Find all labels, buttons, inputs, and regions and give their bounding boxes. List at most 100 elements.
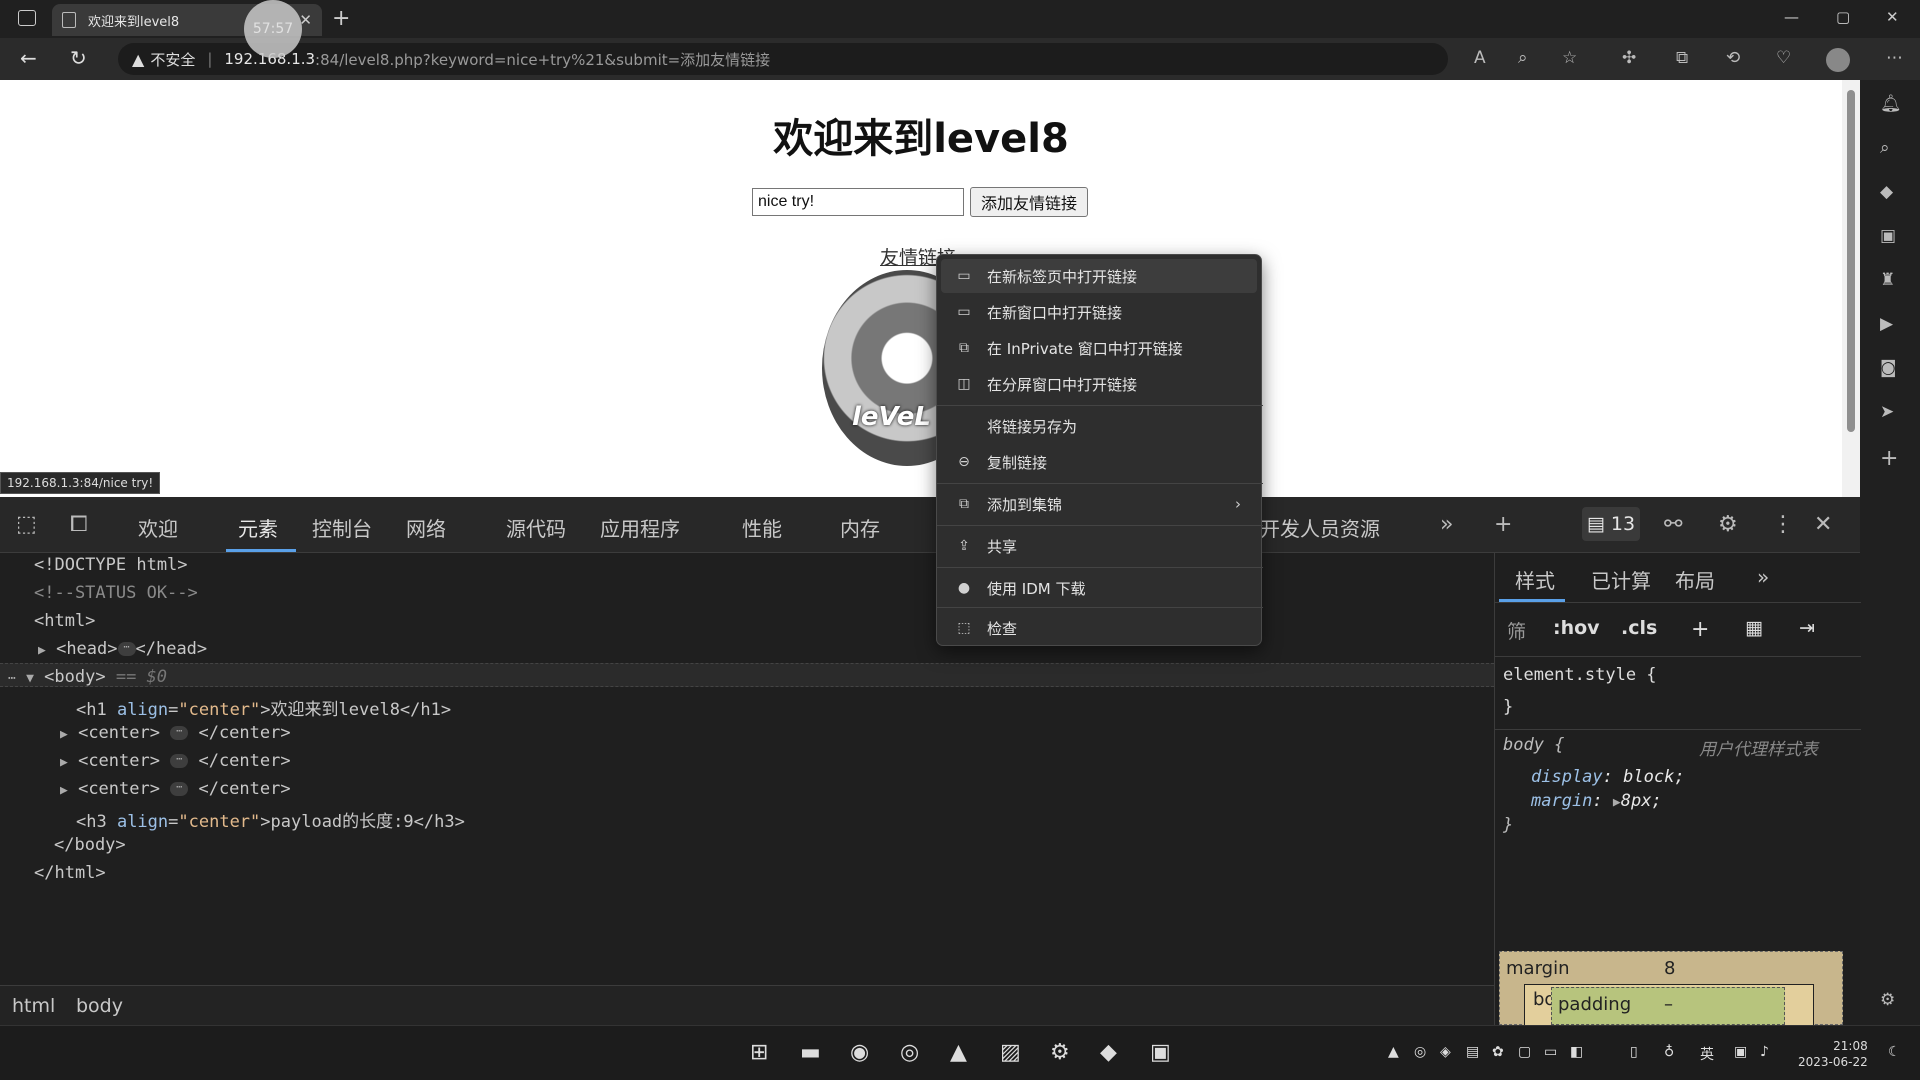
tab-styles[interactable]: 样式 (1515, 565, 1555, 594)
read-aloud-icon[interactable]: A (1474, 48, 1486, 68)
tab-welcome[interactable]: 欢迎 (138, 513, 178, 542)
collapse-icon[interactable]: ▼ (26, 671, 34, 686)
menu-copy-link[interactable]: ⊖ 复制链接 (941, 445, 1257, 479)
dom-line[interactable]: <!DOCTYPE html> (34, 555, 188, 579)
address-bar[interactable]: ▲ 不安全 | 192.168.1.3 :84/level8.php?keywo… (118, 43, 1448, 75)
tray-app-icon[interactable]: ▢ (1518, 1044, 1531, 1060)
connect-icon[interactable]: ⚯ (1664, 512, 1682, 537)
cls-toggle[interactable]: .cls (1621, 617, 1657, 639)
issues-badge[interactable]: ▤ 13 (1582, 507, 1640, 541)
dom-line[interactable]: <html> (34, 611, 95, 635)
collections-icon[interactable]: ⧉ (1676, 48, 1688, 68)
filter-label[interactable]: 筛 (1507, 617, 1526, 644)
extensions-icon[interactable]: ✣ (1622, 48, 1636, 68)
element-style-rule[interactable]: element.style { (1503, 665, 1657, 685)
tab-computed[interactable]: 已计算 (1591, 565, 1651, 594)
expand-icon[interactable]: ▶ (60, 783, 68, 798)
expand-icon[interactable]: ▶ (60, 755, 68, 770)
volume-icon[interactable]: ♪ (1760, 1044, 1769, 1060)
devtools-close-icon[interactable]: ✕ (1814, 512, 1832, 537)
close-window-icon[interactable]: ✕ (1886, 8, 1899, 26)
ime-indicator[interactable]: 英 (1700, 1044, 1714, 1064)
add-tab-icon[interactable]: + (1494, 512, 1512, 537)
clock[interactable]: 21:08 2023-06-22 (1798, 1038, 1868, 1070)
refresh-icon[interactable]: ↻ (70, 46, 87, 70)
scrollbar-thumb[interactable] (1847, 90, 1855, 432)
breadcrumb-body[interactable]: body (76, 995, 123, 1017)
keyword-input[interactable] (752, 188, 964, 216)
settings-icon[interactable]: ⚙ (1880, 990, 1895, 1010)
menu-open-in-new-window[interactable]: ▭ 在新窗口中打开链接 (941, 295, 1257, 329)
menu-idm-download[interactable]: ● 使用 IDM 下载 (941, 571, 1257, 605)
history-icon[interactable]: ⟲ (1726, 48, 1740, 68)
network-icon[interactable]: ▣ (1734, 1044, 1747, 1060)
tab-memory[interactable]: 内存 (840, 513, 880, 542)
play-icon[interactable]: ▶ (1880, 314, 1893, 334)
dom-line[interactable]: ▶ <center> ⋯ </center> (60, 779, 291, 803)
app-icon[interactable]: ▲ (950, 1040, 967, 1065)
dom-line[interactable]: <h1 align="center">欢迎来到level8</h1> (76, 695, 451, 720)
margin-declaration[interactable]: margin: ▶8px; (1531, 791, 1662, 811)
expand-icon[interactable]: ▶ (60, 727, 68, 742)
tab-elements[interactable]: 元素 (238, 513, 278, 542)
ellipsis-icon[interactable]: ⋯ (117, 642, 136, 656)
expand-icon[interactable]: ▶ (38, 643, 46, 658)
page-scrollbar[interactable] (1842, 80, 1860, 497)
box-margin-value[interactable]: 8 (1664, 958, 1675, 979)
add-friend-link-button[interactable]: 添加友情链接 (970, 187, 1088, 217)
menu-add-to-collections[interactable]: ⧉ 添加到集锦 › (941, 487, 1257, 521)
search-icon[interactable]: ⌕ (1880, 138, 1890, 158)
menu-open-inprivate[interactable]: ⧉ 在 InPrivate 窗口中打开链接 (941, 331, 1257, 365)
back-icon[interactable]: ← (20, 46, 37, 70)
dom-line[interactable]: ▶ <head> ⋯ </head> (38, 639, 207, 663)
dom-line[interactable]: </html> (34, 863, 106, 887)
devtools-settings-icon[interactable]: ⚙ (1718, 512, 1738, 537)
tab-application[interactable]: 应用程序 (600, 513, 680, 542)
tab-performance[interactable]: 性能 (742, 513, 782, 542)
breadcrumb-html[interactable]: html (12, 995, 55, 1017)
outlook-icon[interactable]: ◙ (1880, 358, 1897, 378)
tray-app-icon[interactable]: ◎ (1414, 1044, 1426, 1060)
sidebar-toggle-icon[interactable] (18, 10, 36, 26)
dom-line[interactable]: <h3 align="center">payload的长度:9</h3> (76, 807, 465, 832)
more-panes-icon[interactable]: » (1757, 565, 1769, 589)
chrome-icon[interactable]: ◎ (900, 1040, 919, 1065)
dom-line[interactable]: ▶ <center> ⋯ </center> (60, 723, 291, 747)
microphone-icon[interactable]: ♁ (1664, 1044, 1674, 1060)
more-menu-icon[interactable]: ⋯ (1886, 48, 1903, 68)
zoom-icon[interactable]: ⌕ (1518, 48, 1528, 68)
bell-icon[interactable]: 🔔︎ (1880, 94, 1902, 114)
minimize-icon[interactable]: — (1784, 8, 1799, 26)
tray-app-icon[interactable]: ◧ (1570, 1044, 1583, 1060)
tab-console[interactable]: 控制台 (312, 513, 372, 542)
ellipsis-icon[interactable]: ⋯ (170, 754, 189, 768)
steam-icon[interactable]: ⚙ (1050, 1040, 1070, 1065)
device-toolbar-icon[interactable]: ⧠ (70, 512, 88, 537)
row-options-icon[interactable]: ⋯ (8, 671, 16, 686)
dom-line-selected[interactable]: ⋯ ▼ <body> == $0 (8, 667, 167, 691)
menu-share[interactable]: ⇪ 共享 (941, 529, 1257, 563)
game-icon[interactable]: ◆ (1100, 1040, 1117, 1065)
devtools-more-icon[interactable]: ⋮ (1772, 512, 1794, 537)
tab-sources[interactable]: 源代码 (506, 513, 566, 542)
more-tabs-icon[interactable]: » (1440, 512, 1453, 537)
start-icon[interactable]: ⊞ (750, 1040, 768, 1065)
notification-icon[interactable]: ☾ (1888, 1044, 1901, 1060)
send-icon[interactable]: ➤ (1880, 402, 1894, 422)
tray-app-icon[interactable]: ▤ (1466, 1044, 1479, 1060)
menu-open-split-screen[interactable]: ◫ 在分屏窗口中打开链接 (941, 367, 1257, 401)
tray-app-icon[interactable]: ▲ (1388, 1044, 1399, 1060)
dom-line[interactable]: <!--STATUS OK--> (34, 583, 198, 607)
favorite-star-icon[interactable]: ☆ (1562, 48, 1577, 68)
display-declaration[interactable]: display: block; (1531, 767, 1685, 787)
expand-icon[interactable]: ▶ (1613, 795, 1621, 810)
health-icon[interactable]: ♡ (1776, 48, 1791, 68)
edge-icon[interactable]: ◉ (850, 1040, 869, 1065)
tab-network[interactable]: 网络 (406, 513, 446, 542)
photos-icon[interactable]: ▨ (1000, 1040, 1021, 1065)
tray-shield-icon[interactable]: ◈ (1440, 1044, 1451, 1060)
paint-icon[interactable]: ▦ (1745, 617, 1763, 639)
add-icon[interactable]: + (1880, 446, 1898, 471)
battery-icon[interactable]: ▯ (1630, 1044, 1638, 1060)
menu-inspect[interactable]: ⬚ 检查 (941, 611, 1257, 645)
